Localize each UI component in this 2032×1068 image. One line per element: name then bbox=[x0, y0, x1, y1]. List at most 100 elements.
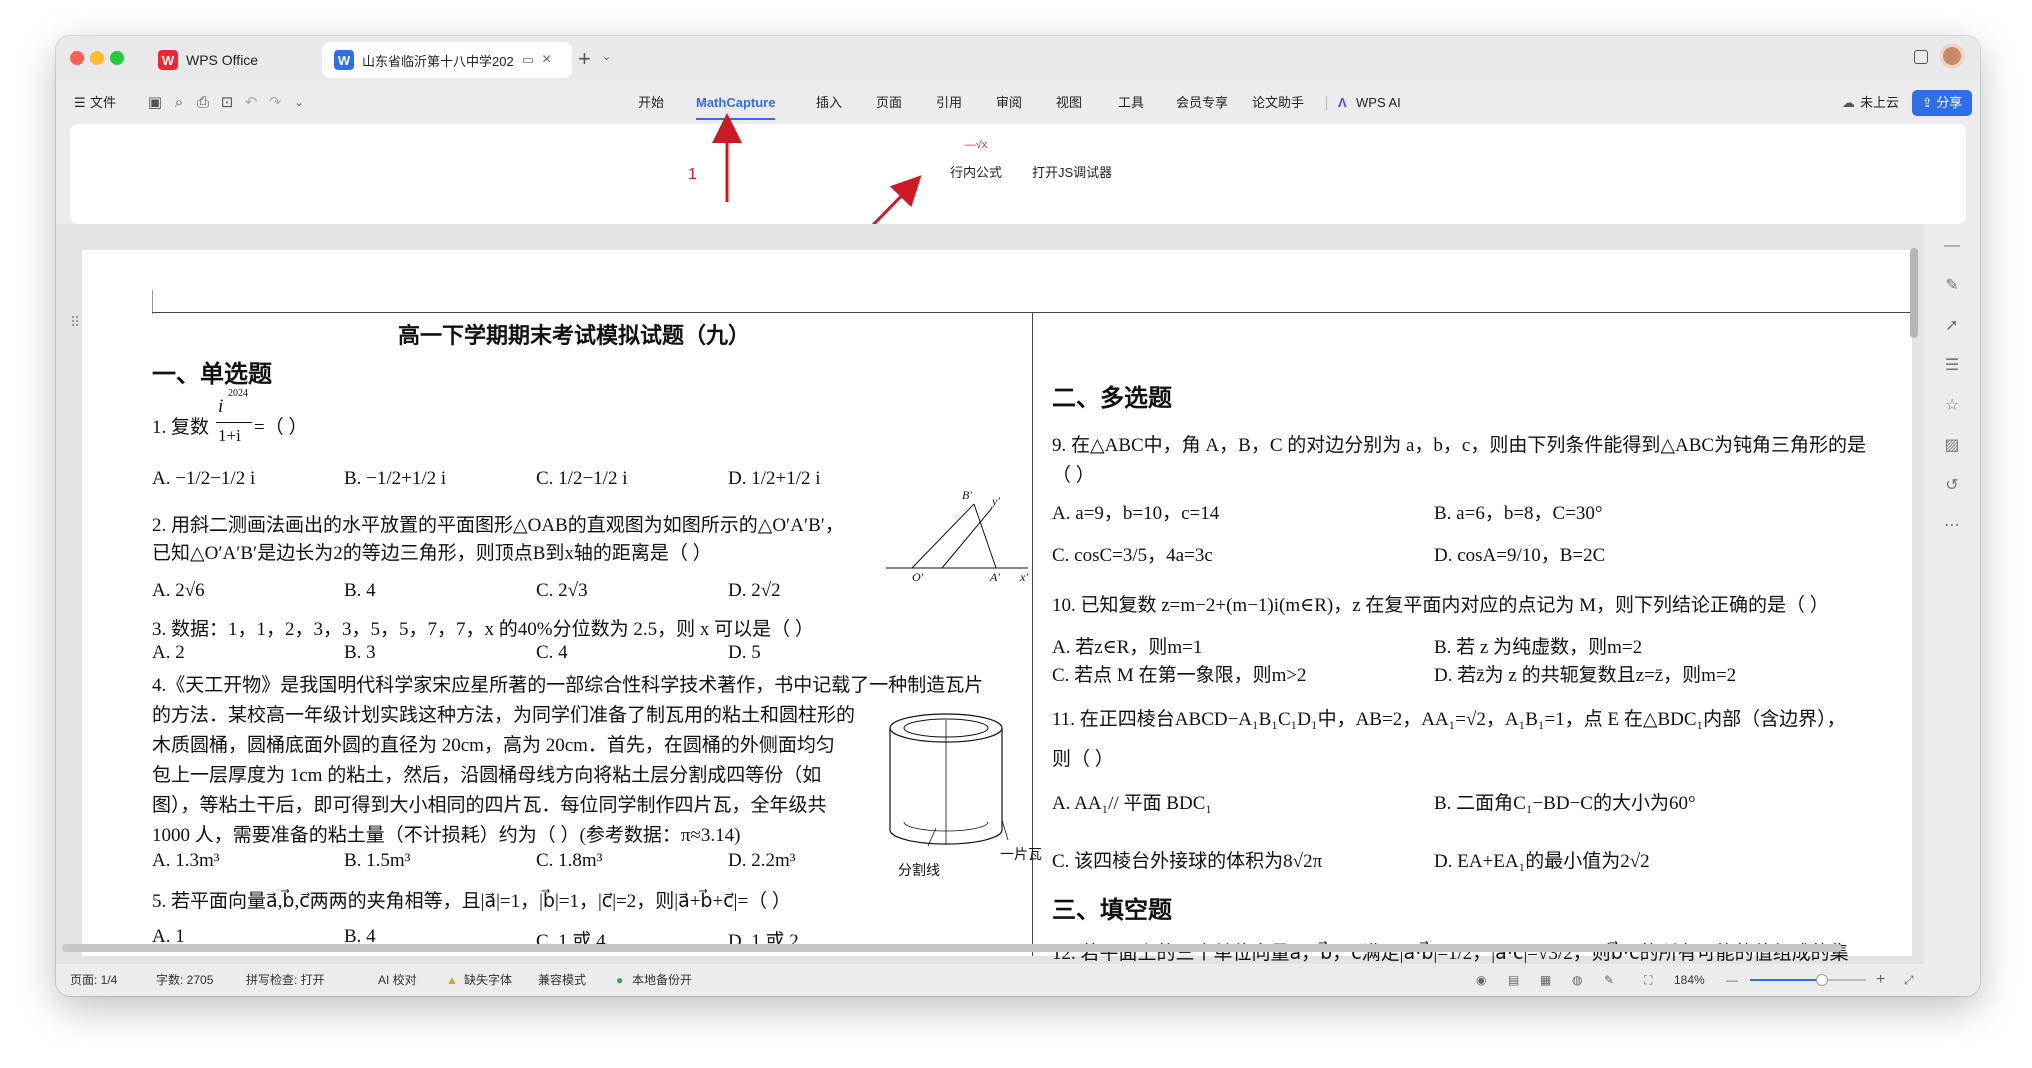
fullscreen-icon[interactable]: ⤢ bbox=[1904, 964, 1914, 996]
q2-option-b: B. 4 bbox=[344, 580, 376, 601]
web-view-icon[interactable]: ◍ bbox=[1572, 964, 1582, 996]
warning-icon: ▲ bbox=[446, 973, 458, 987]
q11-option-c: C. 该四棱台外接球的体积为8√2π bbox=[1052, 851, 1323, 872]
q2-fig-x: x′ bbox=[1020, 570, 1028, 584]
q2-line1: 2. 用斜二测画法画出的水平放置的平面图形△OAB的直观图为如图所示的△O′A′… bbox=[152, 515, 844, 536]
q2-option-c: C. 2√3 bbox=[536, 580, 588, 601]
q3-option-a: A. 2 bbox=[152, 642, 185, 663]
q4-line1: 4.《天工开物》是我国明代科学家宋应星所著的一部综合性科学技术著作，书中记载了一… bbox=[152, 675, 984, 696]
q4-line5: 图），等粘土干后，即可得到大小相同的四片瓦．每位同学制作四片瓦，全年级共 bbox=[152, 795, 827, 816]
q4-option-d: D. 2.2m³ bbox=[728, 850, 796, 871]
missing-font[interactable]: 缺失字体 bbox=[464, 964, 512, 996]
zoom-level[interactable]: 184% bbox=[1674, 964, 1705, 996]
q11-line2: 则（ ） bbox=[1052, 749, 1114, 770]
q2-fig-o: O′ bbox=[912, 570, 924, 584]
q5-text: 5. 若平面向量a⃗,b⃗,c⃗两两的夹角相等，且|a⃗|=1，|b⃗|=1，|… bbox=[152, 891, 791, 912]
q4-line6: 1000 人，需要准备的粘土量（不计损耗）约为（ ）(参考数据：π≈3.14) bbox=[152, 825, 741, 846]
q4-option-a: A. 1.3m³ bbox=[152, 850, 220, 871]
q2-option-a: A. 2√6 bbox=[152, 580, 205, 601]
annotate-icon[interactable]: ✎ bbox=[1604, 964, 1614, 996]
right-toolbar: — ✎ ➚ ☰ ☆ ▨ ↺ ⋯ bbox=[1924, 224, 1980, 964]
q1-option-c: C. 1/2−1/2 i bbox=[536, 468, 628, 489]
q1-option-b: B. −1/2+1/2 i bbox=[344, 468, 447, 489]
q4-line4: 包上一层厚度为 1cm 的粘土，然后，沿圆桶母线方向将粘土层分割成四等份（如 bbox=[152, 765, 822, 786]
q2-fig-y: y′ bbox=[992, 494, 1000, 508]
section-fill-in: 三、填空题 bbox=[1052, 896, 1172, 924]
q1-text: 1. 复数 bbox=[152, 417, 210, 438]
q4-cylinder-figure bbox=[889, 713, 1009, 847]
q3-option-c: C. 4 bbox=[536, 642, 568, 663]
q10-option-b: B. 若 z 为纯虚数，则m=2 bbox=[1434, 637, 1643, 658]
page-indicator[interactable]: 页面: 1/4 bbox=[70, 964, 117, 996]
q2-option-d: D. 2√2 bbox=[728, 580, 781, 601]
q11-line1: 11. 在正四棱台ABCD−A₁B₁C₁D₁中，AB=2，AA₁=√2，A₁B₁… bbox=[1052, 709, 1846, 730]
history-icon[interactable]: ↺ bbox=[1942, 476, 1962, 496]
q9-option-b: B. a=6，b=8，C=30° bbox=[1434, 503, 1603, 524]
outline-view-icon[interactable]: ▦ bbox=[1540, 964, 1551, 996]
q9-line1: 9. 在△ABC中，角 A，B，C 的对边分别为 a，b，c，则由下列条件能得到… bbox=[1052, 435, 1867, 456]
page-view-icon[interactable]: ▤ bbox=[1508, 964, 1519, 996]
q2-line2: 已知△O′A′B′是边长为2的等边三角形，则顶点B到x轴的距离是（ ） bbox=[152, 543, 712, 564]
q3-option-b: B. 3 bbox=[344, 642, 376, 663]
zoom-out-icon[interactable]: — bbox=[1726, 964, 1738, 996]
q10-option-c: C. 若点 M 在第一象限，则m>2 bbox=[1052, 665, 1307, 686]
q11-option-a: A. AA₁// 平面 BDC₁ bbox=[1052, 793, 1212, 814]
q10-option-a: A. 若z∈R，则m=1 bbox=[1052, 637, 1203, 658]
vertical-scrollbar[interactable] bbox=[1910, 248, 1918, 338]
sliders-icon[interactable]: ☰ bbox=[1942, 356, 1962, 376]
word-count[interactable]: 字数: 2705 bbox=[156, 964, 213, 996]
q1-exponent: 2024 bbox=[228, 388, 248, 399]
app-window: W WPS Office W 山东省临沂第十八中学202 ▭ × + ⌄ ☰ 文… bbox=[56, 36, 1980, 996]
q2-fig-a: A′ bbox=[990, 570, 1000, 584]
spell-check[interactable]: 拼写检查: 打开 bbox=[246, 964, 325, 996]
q1-option-d: D. 1/2+1/2 i bbox=[728, 468, 821, 489]
zoom-in-icon[interactable]: + bbox=[1876, 964, 1885, 996]
q3-text: 3. 数据：1，1，2，3，3，5，5，7，7，x 的40%分位数为 2.5，则… bbox=[152, 619, 814, 640]
q4-option-c: C. 1.8m³ bbox=[536, 850, 603, 871]
q3-option-d: D. 5 bbox=[728, 642, 761, 663]
star-icon[interactable]: ☆ bbox=[1942, 396, 1962, 416]
section-multi-choice: 二、多选题 bbox=[1052, 384, 1172, 412]
q1-numerator: i bbox=[218, 396, 224, 417]
drag-handle-icon[interactable]: ⠿ bbox=[70, 314, 80, 331]
zoom-slider-fill bbox=[1750, 979, 1820, 981]
eye-icon[interactable]: ◉ bbox=[1476, 964, 1486, 996]
page-corner-marker bbox=[152, 290, 153, 314]
document-title: 高一下学期期末考试模拟试题（九） bbox=[398, 324, 751, 349]
horizontal-scrollbar[interactable] bbox=[62, 944, 1842, 952]
pen-icon[interactable]: ✎ bbox=[1942, 276, 1962, 296]
fit-icon[interactable]: ⛶ bbox=[1644, 964, 1652, 996]
document-canvas[interactable]: 高一下学期期末考试模拟试题（九） 一、单选题 1. 复数 i 2024 1+i … bbox=[56, 224, 1924, 964]
section-single-choice: 一、单选题 bbox=[152, 360, 272, 388]
image-icon[interactable]: ▨ bbox=[1942, 436, 1962, 456]
q4-line3: 木质圆桶，圆桶底面外圆的直径为 20cm，高为 20cm．首先，在圆桶的外侧面均… bbox=[152, 735, 835, 756]
q9-option-d: D. cosA=9/10，B=2C bbox=[1434, 545, 1606, 566]
compat-mode[interactable]: 兼容模式 bbox=[538, 964, 586, 996]
pointer-icon[interactable]: ➚ bbox=[1942, 316, 1962, 336]
q4-option-b: B. 1.5m³ bbox=[344, 850, 411, 871]
collapse-icon[interactable]: — bbox=[1942, 236, 1962, 256]
q1-blank: =（ ） bbox=[254, 417, 308, 438]
q10-option-d: D. 若z̄为 z 的共轭复数且z=z̄，则m=2 bbox=[1434, 665, 1737, 686]
q1-option-a: A. −1/2−1/2 i bbox=[152, 468, 256, 489]
more-icon[interactable]: ⋯ bbox=[1942, 516, 1962, 536]
ai-proofread[interactable]: AI 校对 bbox=[378, 964, 417, 996]
q4-fig-tile-label: 一片瓦 bbox=[1000, 848, 1042, 863]
q9-option-c: C. cosC=3/5，4a=3c bbox=[1052, 545, 1213, 566]
q4-fig-split-label: 分割线 bbox=[898, 864, 940, 879]
q2-figure bbox=[886, 503, 1028, 569]
fraction-bar bbox=[216, 422, 252, 423]
document-page[interactable]: 高一下学期期末考试模拟试题（九） 一、单选题 1. 复数 i 2024 1+i … bbox=[82, 250, 1912, 964]
arrow-1-label: 1 bbox=[688, 166, 697, 183]
q9-option-a: A. a=9，b=10，c=14 bbox=[1052, 503, 1220, 524]
q10-text: 10. 已知复数 z=m−2+(m−1)i(m∈R)，z 在复平面内对应的点记为… bbox=[1052, 595, 1829, 616]
zoom-slider-handle[interactable] bbox=[1816, 974, 1828, 986]
q2-fig-b: B′ bbox=[962, 488, 972, 502]
status-bar: 页面: 1/4 字数: 2705 拼写检查: 打开 AI 校对 ▲ 缺失字体 兼… bbox=[56, 964, 1980, 996]
q9-line2: （ ） bbox=[1052, 465, 1095, 486]
q1-denominator: 1+i bbox=[218, 426, 241, 445]
q11-option-d: D. EA+EA₁的最小值为2√2 bbox=[1434, 851, 1650, 872]
q11-option-b: B. 二面角C₁−BD−C的大小为60° bbox=[1434, 793, 1696, 814]
q4-line2: 的方法．某校高一年级计划实践这种方法，为同学们准备了制瓦用的粘土和圆柱形的 bbox=[152, 705, 856, 726]
local-backup[interactable]: 本地备份开 bbox=[632, 964, 692, 996]
